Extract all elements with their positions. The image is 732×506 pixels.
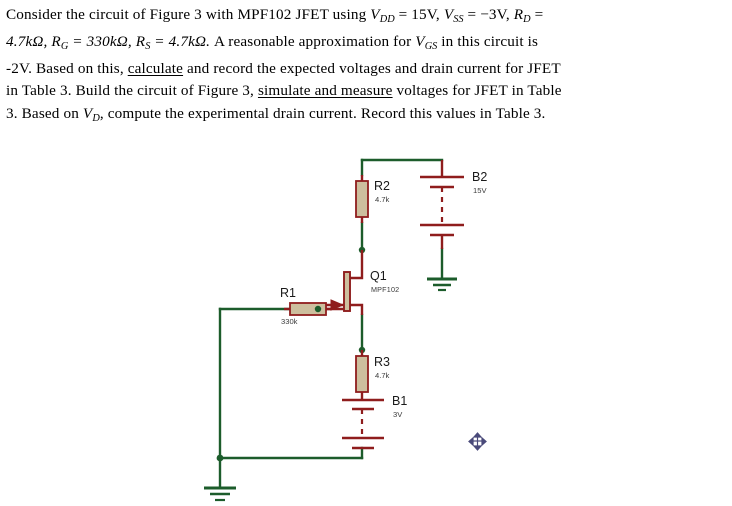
problem-line-1: Consider the circuit of Figure 3 with MP…	[6, 4, 706, 31]
problem-line-5-text-a: 3. Based on	[6, 104, 83, 122]
q1-ref-label: Q1	[370, 269, 387, 283]
problem-line-1-eq-1: = 15V,	[394, 6, 444, 23]
problem-line-4-text-a: in Table 3. Build the circuit of Figure …	[6, 82, 258, 100]
move-cursor-arrow-down	[472, 445, 483, 451]
b1-ref-label: B1	[392, 394, 407, 408]
variable-rd: RD	[513, 6, 531, 25]
variable-rs: RS	[135, 33, 151, 52]
problem-line-2-text-a: 4.7kΩ,	[6, 33, 52, 51]
r1-value-label: 330k	[281, 317, 298, 326]
b2-value-label: 15V	[473, 186, 487, 195]
r3-ref-label: R3	[374, 355, 390, 369]
problem-line-1-text-a: Consider the circuit of Figure 3 with MP…	[6, 6, 371, 23]
problem-line-3-text-b: and record the expected voltages and dra…	[183, 60, 561, 78]
wires	[218, 158, 444, 490]
ground-b2	[427, 277, 457, 292]
component-q1[interactable]: Q1 MPF102	[318, 250, 399, 315]
problem-statement: Consider the circuit of Figure 3 with MP…	[6, 4, 706, 130]
problem-line-2-text-c: in this circuit is	[437, 33, 539, 51]
move-cursor-arrow-up	[472, 432, 483, 438]
problem-line-2: 4.7kΩ, RG = 330kΩ, RS = 4.7kΩ. A reasona…	[6, 31, 706, 58]
variable-rg: RG	[51, 33, 69, 52]
r3-body	[355, 355, 369, 393]
r2-ref-label: R2	[374, 179, 390, 193]
junction-gate	[314, 305, 322, 313]
problem-line-2-eq-2: = 4.7kΩ.	[150, 33, 211, 51]
junction-ground-node	[216, 454, 224, 462]
problem-line-1-eq-3: =	[530, 6, 544, 23]
problem-line-1-eq-2: = −3V,	[463, 6, 514, 23]
variable-vss: VSS	[443, 6, 464, 25]
emphasis-calculate: calculate	[127, 60, 184, 78]
problem-line-4: in Table 3. Build the circuit of Figure …	[6, 80, 706, 102]
problem-line-5-text-b: , compute the experimental drain current…	[99, 104, 546, 122]
variable-vd: VD	[82, 104, 100, 124]
component-r2[interactable]: R2 4.7k	[355, 175, 390, 223]
emphasis-simulate-and-measure: simulate and measure	[257, 82, 393, 100]
variable-vdd: VDD	[370, 6, 395, 25]
problem-line-2-eq-1: = 330kΩ,	[68, 33, 136, 51]
component-b1[interactable]: B1 3V	[342, 394, 407, 450]
ground-main	[204, 486, 236, 502]
component-b2[interactable]: B2 15V	[420, 160, 487, 249]
r3-value-label: 4.7k	[375, 371, 390, 380]
b2-ref-label: B2	[472, 170, 487, 184]
problem-line-4-text-b: voltages for JFET in Table	[392, 82, 562, 100]
q1-value-label: MPF102	[371, 285, 399, 294]
r2-value-label: 4.7k	[375, 195, 390, 204]
schematic-svg: R2 4.7k B2 15V Q1 MPF102 R1 330k R3 4.7k…	[204, 158, 487, 502]
move-cursor-arrow-left	[468, 436, 474, 447]
move-cursor-arrow-right	[481, 436, 487, 447]
b1-value-label: 3V	[393, 410, 403, 419]
problem-line-2-text-b: A reasonable approximation for	[210, 33, 416, 51]
variable-vgs: VGS	[415, 33, 438, 52]
r1-ref-label: R1	[280, 286, 296, 300]
r2-body	[355, 180, 369, 218]
q1-channel-bar	[343, 271, 351, 312]
component-r3[interactable]: R3 4.7k	[355, 350, 390, 400]
move-cursor-icon	[468, 432, 487, 451]
circuit-schematic: R2 4.7k B2 15V Q1 MPF102 R1 330k R3 4.7k…	[0, 128, 732, 506]
problem-line-3: -2V. Based on this, calculate and record…	[6, 58, 706, 80]
problem-line-3-text-a: -2V. Based on this,	[6, 60, 128, 78]
problem-line-5: 3. Based on VD, compute the experimental…	[6, 103, 706, 130]
